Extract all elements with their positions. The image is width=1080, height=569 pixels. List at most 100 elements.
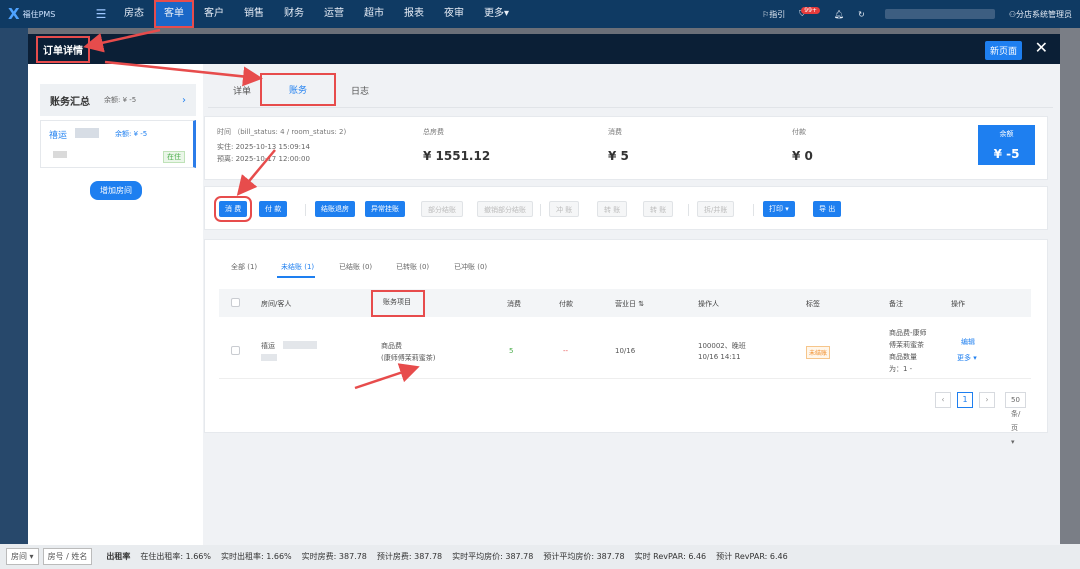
col-tag: 标签 bbox=[806, 300, 820, 308]
tab-details[interactable]: 详单 bbox=[233, 84, 251, 97]
page-1-button[interactable]: 1 bbox=[957, 392, 973, 408]
split-merge-button[interactable]: 拆/并账 bbox=[697, 201, 735, 217]
top-nav: X 福住PMS ☰ 房态 客单 客户 销售 财务 运营 超市 报表 夜审 更多▾… bbox=[0, 0, 1080, 28]
row-checkbox[interactable] bbox=[231, 346, 240, 355]
guide-button[interactable]: ⚐ 指引 bbox=[762, 9, 785, 20]
tab-log[interactable]: 日志 bbox=[351, 84, 369, 97]
blurred-room-number bbox=[75, 128, 99, 138]
notification-badge: 99+ bbox=[801, 6, 820, 14]
offset-button[interactable]: 冲 账 bbox=[549, 201, 580, 217]
row-note-4: 为：1 - bbox=[889, 365, 913, 373]
print-button[interactable]: 打印 ▾ bbox=[763, 201, 795, 217]
modal-header: 订单详情 新页面 ✕ bbox=[28, 34, 1060, 64]
flag-icon: ⚐ bbox=[762, 9, 770, 19]
payment-total: ¥ 0 bbox=[792, 149, 813, 163]
page-size-select[interactable]: 50 条/页 ▾ bbox=[1005, 392, 1027, 446]
stat-realtime-occupancy: 实时出租率: 1.66% bbox=[221, 552, 292, 561]
logo-icon: X bbox=[8, 5, 20, 23]
bell-icon[interactable]: 🔔︎ bbox=[834, 10, 844, 19]
toolbar-divider bbox=[540, 204, 541, 216]
background-sidebar bbox=[0, 28, 28, 548]
user-menu[interactable]: ⚇ 分店系统管理员 bbox=[1009, 9, 1072, 20]
nav-item-customers[interactable]: 客户 bbox=[194, 0, 234, 28]
consume-button[interactable]: 消 费 bbox=[213, 196, 253, 222]
account-summary[interactable]: 账务汇总 余额: ¥ -5 › bbox=[40, 84, 196, 116]
tabs-bar: 详单 账务 日志 bbox=[203, 64, 1060, 108]
transactions-panel: 全部 (1) 未结账 (1) 已结账 (0) 已转账 (0) 已冲账 (0) 房… bbox=[204, 239, 1048, 446]
left-panel: 账务汇总 余额: ¥ -5 › 禧运 余额: ¥ -5 在住 增加房间 bbox=[28, 64, 203, 545]
pay-button[interactable]: 付 款 bbox=[259, 201, 288, 217]
refresh-icon[interactable]: ↻ bbox=[858, 10, 865, 19]
nav-right: ⚐ 指引 ⛉ 99+ 🔔︎ ↻ ⚇ 分店系统管理员 bbox=[748, 0, 1080, 28]
menu-toggle-icon[interactable]: ☰ bbox=[88, 7, 114, 21]
add-room-button[interactable]: 增加房间 bbox=[90, 181, 142, 200]
room-name: 禧运 bbox=[49, 131, 68, 141]
logo-text: 福住PMS bbox=[22, 9, 56, 19]
tab-accounts[interactable]: 账务 bbox=[260, 73, 337, 106]
col-business-date[interactable]: 营业日 ⇅ bbox=[615, 299, 644, 309]
user-icon: ⚇ bbox=[1008, 9, 1016, 19]
checkout-room-button[interactable]: 结账退房 bbox=[315, 201, 355, 217]
nav-item-supermarket[interactable]: 超市 bbox=[354, 0, 394, 28]
edit-link[interactable]: 编辑 bbox=[961, 337, 975, 347]
col-room-guest: 房间/客人 bbox=[261, 300, 292, 308]
action-toolbar: 消 费 付 款 结账退房 异常挂账 部分结账 撤销部分结账 冲 账 转 账 转 … bbox=[204, 186, 1048, 230]
checkin-time: 实住: 2025-10-13 15:09:14 bbox=[217, 143, 310, 151]
partial-checkout-button[interactable]: 部分结账 bbox=[421, 201, 463, 217]
filter-tab-transferred[interactable]: 已转账 (0) bbox=[396, 262, 429, 272]
select-all-checkbox[interactable] bbox=[231, 298, 240, 307]
stat-realtime-adr: 实时平均房价: 387.78 bbox=[452, 552, 534, 561]
nav-item-night-audit[interactable]: 夜审 bbox=[434, 0, 474, 28]
nav-item-reports[interactable]: 报表 bbox=[394, 0, 434, 28]
new-page-button[interactable]: 新页面 bbox=[984, 41, 1022, 60]
balance-value: ¥ -5 bbox=[993, 147, 1020, 161]
search-input[interactable]: 房号 / 姓名 bbox=[42, 548, 93, 565]
account-summary-title: 账务汇总 bbox=[50, 96, 90, 108]
time-label: 时间 （bill_status: 4 / room_status: 2) bbox=[217, 128, 347, 136]
prev-page-button[interactable]: ‹ bbox=[935, 392, 951, 408]
nav-item-room-status[interactable]: 房态 bbox=[114, 0, 154, 28]
more-dropdown[interactable]: 更多 ▾ bbox=[957, 353, 977, 363]
export-button[interactable]: 导 出 bbox=[813, 201, 842, 217]
nav-item-sales[interactable]: 销售 bbox=[234, 0, 274, 28]
search-type-select[interactable]: 房间 ▾ bbox=[6, 548, 39, 565]
next-page-button[interactable]: › bbox=[979, 392, 995, 408]
filter-tab-unsettled[interactable]: 未结账 (1) bbox=[281, 262, 314, 272]
col-note: 备注 bbox=[889, 300, 903, 308]
stat-expected-revpar: 预计 RevPAR: 6.46 bbox=[716, 552, 788, 561]
filter-tab-settled[interactable]: 已结账 (0) bbox=[339, 262, 372, 272]
col-payment: 付款 bbox=[559, 300, 573, 308]
nav-item-operations[interactable]: 运营 bbox=[314, 0, 354, 28]
room-balance: 余额: ¥ -5 bbox=[115, 130, 148, 138]
nav-item-orders[interactable]: 客单 bbox=[154, 0, 194, 28]
modal-title: 订单详情 bbox=[36, 35, 90, 63]
nav-item-more[interactable]: 更多▾ bbox=[474, 0, 519, 28]
consume-label: 消费 bbox=[608, 128, 622, 136]
filter-tab-offset[interactable]: 已冲账 (0) bbox=[454, 262, 487, 272]
col-consume: 消费 bbox=[507, 300, 521, 308]
payment-label: 付款 bbox=[792, 128, 806, 136]
col-operator: 操作人 bbox=[698, 300, 719, 308]
notifications-button[interactable]: ⛉ 99+ bbox=[799, 6, 820, 19]
room-card[interactable]: 禧运 余额: ¥ -5 在住 bbox=[40, 120, 196, 168]
cancel-partial-checkout-button[interactable]: 撤销部分结账 bbox=[477, 201, 533, 217]
account-summary-balance: 余额: ¥ -5 bbox=[104, 96, 137, 104]
transfer-in-button[interactable]: 转 账 bbox=[597, 201, 628, 217]
close-icon[interactable]: ✕ bbox=[1035, 38, 1048, 57]
toolbar-divider bbox=[753, 204, 754, 216]
user-name: 分店系统管理员 bbox=[1016, 9, 1072, 19]
abnormal-charge-button[interactable]: 异常挂账 bbox=[365, 201, 405, 217]
row-item: 商品费 bbox=[381, 342, 402, 350]
row-operator-time: 10/16 14:11 bbox=[698, 353, 741, 361]
background-right-edge bbox=[1060, 28, 1080, 548]
balance-box: 余额 ¥ -5 bbox=[978, 125, 1035, 165]
row-item-detail: (康师傅茉莉蜜茶) bbox=[381, 354, 436, 362]
total-room-fee: ¥ 1551.12 bbox=[423, 149, 491, 163]
transfer-button[interactable]: 转 账 bbox=[643, 201, 674, 217]
filter-tab-all[interactable]: 全部 (1) bbox=[231, 262, 257, 272]
table-header: 房间/客人 账务项目 消费 付款 营业日 ⇅ 操作人 标签 备注 操作 bbox=[219, 289, 1031, 317]
consume-total: ¥ 5 bbox=[608, 149, 629, 163]
col-action: 操作 bbox=[951, 300, 965, 308]
row-note-3: 商品数量 bbox=[889, 353, 917, 361]
nav-item-finance[interactable]: 财务 bbox=[274, 0, 314, 28]
